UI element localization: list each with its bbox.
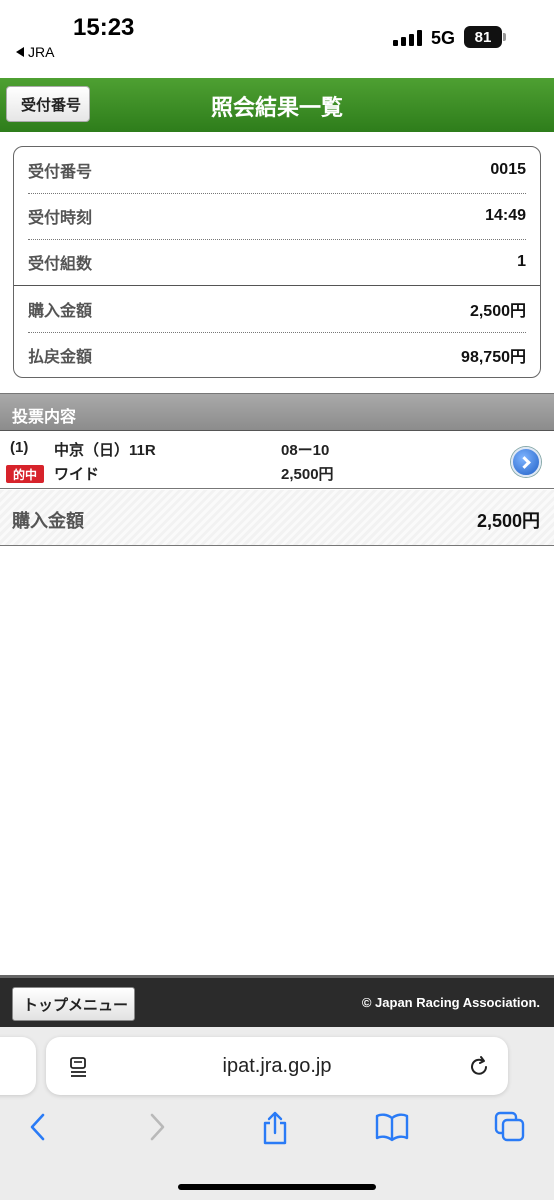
page-footer: トップメニュー © Japan Racing Association. (0, 975, 554, 1027)
top-menu-label: トップメニュー (23, 996, 129, 1014)
bookmarks-icon[interactable] (375, 1111, 409, 1143)
hit-badge: 的中 (6, 465, 44, 483)
bet-number: (1) (10, 439, 29, 456)
status-time: 15:23 (73, 14, 135, 41)
copyright-text: © Japan Racing Association. (361, 995, 540, 1010)
summary-value: 14:49 (485, 207, 526, 224)
chevron-right-circle-icon[interactable] (511, 447, 541, 477)
summary-row-combination-count: 受付組数 1 (28, 239, 526, 285)
status-bar: 15:23 JRA 5G 81 (0, 0, 554, 70)
summary-label: 購入金額 (28, 303, 93, 320)
back-triangle-icon (16, 47, 24, 57)
previous-tab-preview[interactable] (0, 1037, 36, 1095)
summary-value: 2,500円 (469, 303, 526, 320)
tabs-icon[interactable] (494, 1111, 526, 1143)
top-menu-button[interactable]: トップメニュー (12, 987, 136, 1021)
page-title: 照会結果一覧 (210, 95, 343, 120)
battery-icon: 81 (464, 26, 502, 48)
home-indicator (178, 1184, 376, 1190)
summary-label: 払戻金額 (28, 349, 93, 366)
browser-chrome: ipat.jra.go.jp (0, 1027, 554, 1200)
total-value: 2,500円 (476, 511, 540, 531)
summary-row-receipt-number: 受付番号 0015 (28, 147, 526, 193)
bet-amount: 2,500円 (281, 466, 334, 483)
section-title: 投票内容 (12, 409, 77, 426)
section-header-bet-details: 投票内容 (0, 393, 554, 431)
bet-list-item[interactable]: (1) 中京（日）11R 08ー10 的中 ワイド 2,500円 (0, 431, 554, 489)
reload-icon[interactable] (468, 1054, 492, 1078)
bet-type: ワイド (54, 466, 100, 483)
address-bar[interactable]: ipat.jra.go.jp (46, 1037, 508, 1095)
total-label: 購入金額 (12, 511, 84, 531)
back-icon[interactable] (26, 1111, 50, 1143)
battery-level: 81 (474, 28, 492, 46)
battery-tip (503, 33, 506, 41)
back-app-label: JRA (28, 44, 55, 60)
total-row: 購入金額 2,500円 (0, 490, 554, 546)
summary-value: 0015 (490, 161, 526, 178)
page-header: 受付番号 照会結果一覧 (0, 78, 554, 132)
summary-row-payout-amount: 払戻金額 98,750円 (28, 332, 526, 377)
url-text: ipat.jra.go.jp (222, 1055, 332, 1077)
forward-icon[interactable] (145, 1111, 169, 1143)
share-icon[interactable] (260, 1111, 290, 1145)
back-to-app-link[interactable]: JRA (16, 44, 54, 60)
summary-label: 受付時刻 (28, 210, 93, 227)
summary-value: 1 (517, 253, 526, 270)
summary-label: 受付組数 (28, 256, 93, 273)
bet-combination: 08ー10 (281, 442, 330, 459)
summary-value: 98,750円 (461, 349, 526, 366)
summary-row-receipt-time: 受付時刻 14:49 (28, 193, 526, 239)
signal-icon (393, 30, 423, 46)
summary-row-purchase-amount: 購入金額 2,500円 (28, 286, 526, 332)
bet-race: 中京（日）11R (54, 442, 156, 459)
network-type: 5G (431, 28, 456, 48)
receipt-summary: 受付番号 0015 受付時刻 14:49 受付組数 1 購入金額 2,500円 … (13, 146, 541, 378)
summary-label: 受付番号 (28, 164, 93, 181)
